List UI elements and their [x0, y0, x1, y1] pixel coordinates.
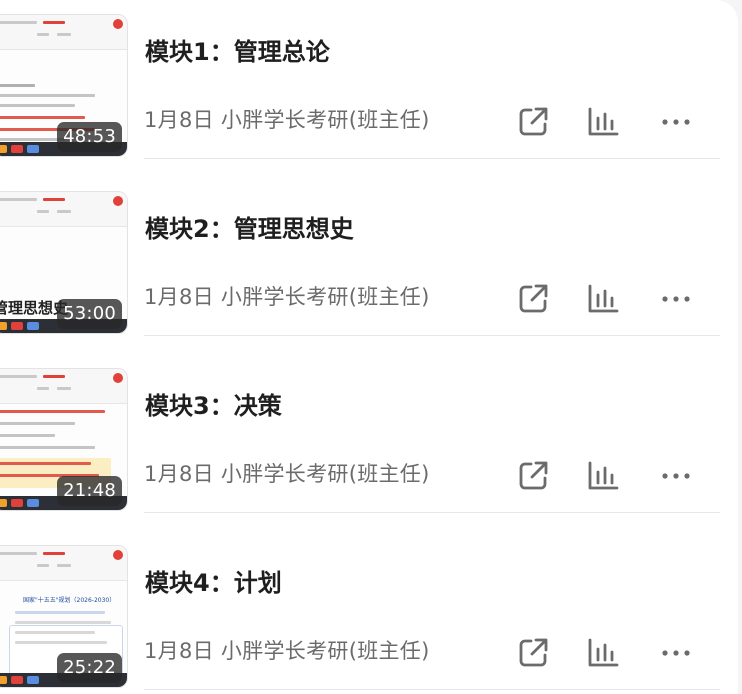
thumbnail-toolbar	[0, 192, 127, 227]
lesson-row[interactable]: 国家"十五五"规划（2026-2030） 25:22 模块4：计划 1月8日 小…	[0, 545, 738, 694]
share-button[interactable]	[513, 633, 553, 673]
lesson-title[interactable]: 模块4：计划	[145, 563, 282, 598]
share-button[interactable]	[513, 102, 553, 142]
bar-chart-icon	[588, 284, 619, 313]
more-dots-icon	[662, 650, 690, 656]
more-dots-icon	[662, 473, 690, 479]
thumbnail-toolbar	[0, 15, 127, 50]
video-duration: 48:53	[57, 122, 122, 152]
external-link-icon	[519, 461, 548, 490]
more-dots-icon	[662, 119, 690, 125]
lesson-meta: 1月8日 小胖学长考研(班主任)	[144, 462, 430, 486]
lesson-list: 48:53 模块1：管理总论 1月8日 小胖学长考研(班主任) 管理思想史 53…	[0, 0, 738, 694]
lesson-row[interactable]: 21:48 模块3：决策 1月8日 小胖学长考研(班主任)	[0, 368, 738, 544]
stats-button[interactable]	[583, 633, 623, 673]
lesson-meta: 1月8日 小胖学长考研(班主任)	[144, 639, 430, 663]
video-duration: 25:22	[57, 653, 122, 683]
thumbnail-toolbar	[0, 546, 127, 581]
stats-button[interactable]	[583, 279, 623, 319]
external-link-icon	[519, 638, 548, 667]
video-thumbnail[interactable]: 48:53	[0, 14, 128, 157]
share-button[interactable]	[513, 279, 553, 319]
more-dots-icon	[662, 296, 690, 302]
lesson-title[interactable]: 模块3：决策	[145, 386, 282, 421]
stats-button[interactable]	[583, 456, 623, 496]
thumbnail-card-title: 国家"十五五"规划（2026-2030）	[23, 597, 116, 604]
bar-chart-icon	[588, 638, 619, 667]
video-duration: 21:48	[57, 476, 122, 506]
more-button[interactable]	[656, 633, 696, 673]
video-thumbnail[interactable]: 管理思想史 53:00	[0, 191, 128, 334]
lesson-meta: 1月8日 小胖学长考研(班主任)	[144, 108, 430, 132]
bar-chart-icon	[588, 461, 619, 490]
more-button[interactable]	[656, 456, 696, 496]
more-button[interactable]	[656, 279, 696, 319]
lesson-row[interactable]: 48:53 模块1：管理总论 1月8日 小胖学长考研(班主任)	[0, 14, 738, 190]
video-thumbnail[interactable]: 21:48	[0, 368, 128, 511]
lesson-row[interactable]: 管理思想史 53:00 模块2：管理思想史 1月8日 小胖学长考研(班主任)	[0, 191, 738, 367]
share-button[interactable]	[513, 456, 553, 496]
bar-chart-icon	[588, 107, 619, 136]
row-divider	[144, 689, 720, 690]
more-button[interactable]	[656, 102, 696, 142]
lesson-meta: 1月8日 小胖学长考研(班主任)	[144, 285, 430, 309]
stats-button[interactable]	[583, 102, 623, 142]
external-link-icon	[519, 284, 548, 313]
external-link-icon	[519, 107, 548, 136]
row-divider	[144, 335, 720, 336]
lesson-title[interactable]: 模块2：管理思想史	[145, 209, 354, 244]
video-duration: 53:00	[57, 299, 122, 329]
row-divider	[144, 158, 720, 159]
lesson-title[interactable]: 模块1：管理总论	[145, 32, 330, 67]
video-thumbnail[interactable]: 国家"十五五"规划（2026-2030） 25:22	[0, 545, 128, 688]
row-divider	[144, 512, 720, 513]
thumbnail-toolbar	[0, 369, 127, 404]
